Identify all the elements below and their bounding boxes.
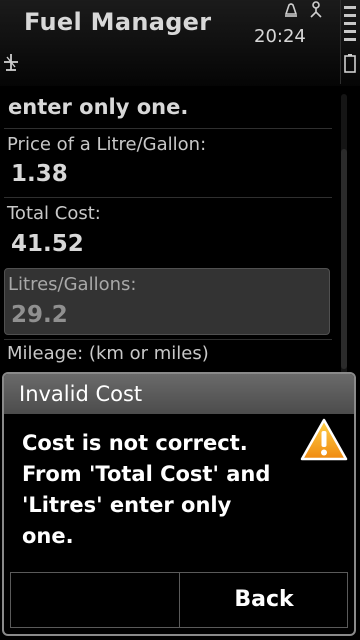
row-divider [4, 128, 332, 129]
usb-connection-icon [2, 52, 20, 74]
total-cost-label: Total Cost: [7, 203, 101, 224]
profile-icon [308, 1, 324, 19]
row-divider [4, 197, 332, 198]
litres-label: Litres/Gallons: [8, 274, 137, 295]
scrollbar-thumb[interactable] [341, 149, 347, 369]
price-field[interactable]: 1.38 [11, 161, 68, 187]
form-instruction: enter only one. [8, 95, 189, 119]
alarm-icon [283, 2, 299, 20]
back-button-label: Back [234, 587, 294, 612]
dialog-message: Cost is not correct. From 'Total Cost' a… [22, 431, 271, 548]
back-button[interactable]: Back [181, 573, 347, 627]
invalid-cost-dialog: Invalid Cost Cost is not correct. From '… [2, 372, 356, 636]
litres-field-row[interactable]: Litres/Gallons: 29.2 [4, 268, 330, 335]
status-clock: 20:24 [254, 26, 306, 47]
title-bar: Fuel Manager 20:24 [0, 0, 360, 86]
app-title: Fuel Manager [24, 8, 212, 36]
fuel-form: enter only one. Price of a Litre/Gallon:… [0, 86, 360, 376]
scrollbar[interactable] [341, 94, 347, 374]
mileage-label: Mileage: (km or miles) [7, 343, 209, 364]
battery-icon [344, 54, 356, 74]
litres-field[interactable]: 29.2 [11, 302, 68, 328]
dialog-header: Invalid Cost [4, 374, 354, 414]
row-divider [4, 339, 332, 340]
warning-icon [300, 418, 348, 466]
price-label: Price of a Litre/Gallon: [7, 134, 207, 155]
left-softkey[interactable] [11, 573, 180, 627]
total-cost-field[interactable]: 41.52 [11, 231, 84, 257]
dialog-title: Invalid Cost [19, 382, 143, 406]
status-strip-divider [340, 0, 341, 84]
softkey-bar: Back [10, 572, 348, 628]
screen: Fuel Manager 20:24 enter only one. Price… [0, 0, 360, 640]
